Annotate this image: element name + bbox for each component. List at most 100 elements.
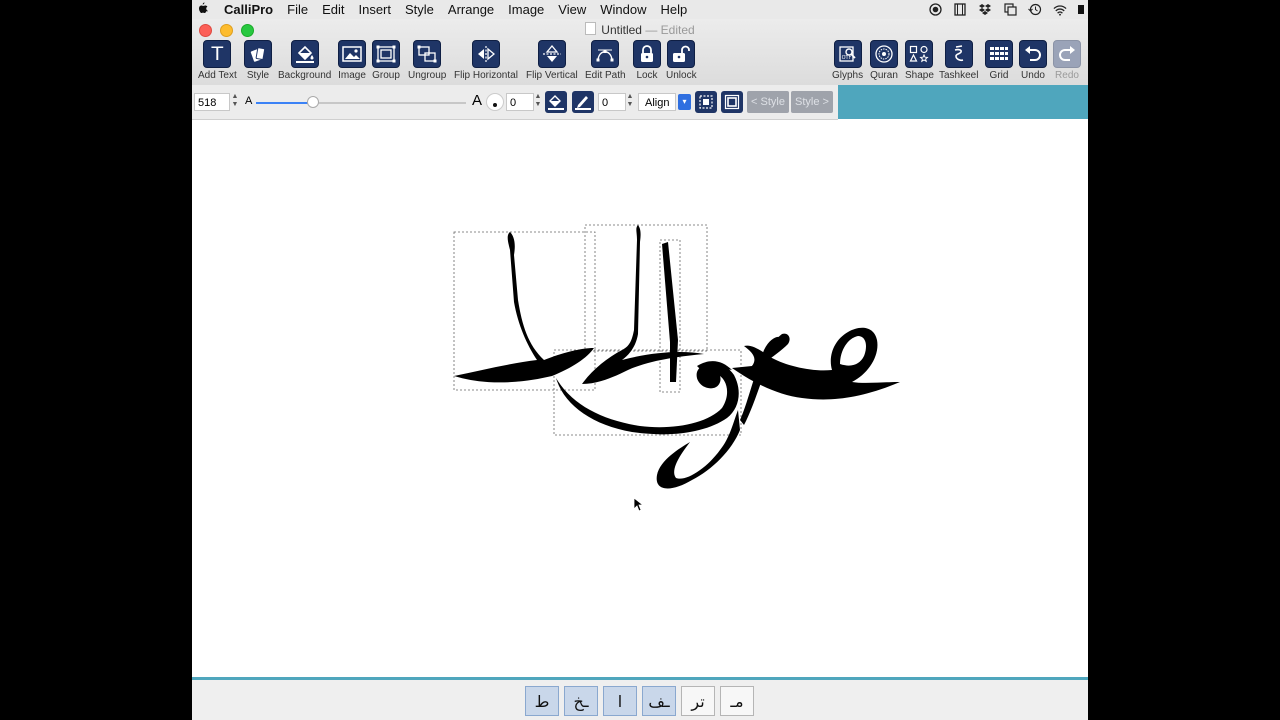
style-icon [244, 40, 272, 68]
redo-icon [1053, 40, 1081, 68]
tashkeel-label: Tashkeel [939, 70, 979, 81]
menu-window[interactable]: Window [600, 2, 646, 17]
ungroup-tool[interactable]: Ungroup [408, 40, 446, 81]
slider-fill [256, 102, 313, 104]
glyph-tile-taa[interactable]: ط [525, 686, 559, 716]
style-tool[interactable]: Style [244, 40, 272, 81]
shape-icon [905, 40, 934, 68]
glyph-tile-alif[interactable]: ا [603, 686, 637, 716]
menu-file[interactable]: File [287, 2, 308, 17]
text-icon: T [203, 40, 232, 68]
glyph-strip: ط ـخ ا ـف تر مـ [192, 680, 1088, 720]
quran-tool[interactable]: Quran [870, 40, 898, 81]
flip-vertical-label: Flip Vertical [526, 70, 578, 81]
glyph-tile-faa[interactable]: ـف [642, 686, 676, 716]
font-size-field[interactable]: 518 [194, 93, 230, 111]
menu-help[interactable]: Help [661, 2, 688, 17]
window-toolbar: Untitled — Edited T Add Text Style Backg… [192, 19, 1088, 85]
record-icon[interactable] [928, 3, 942, 16]
film-icon[interactable] [953, 3, 967, 16]
calligraphy-artwork[interactable] [192, 120, 1088, 678]
font-size-slider[interactable] [256, 96, 466, 108]
undo-label: Undo [1021, 70, 1045, 81]
align-select[interactable]: Align [638, 93, 677, 111]
image-tool[interactable]: Image [338, 40, 366, 81]
glyph-tile-khaa[interactable]: ـخ [564, 686, 598, 716]
app-screen: CalliPro File Edit Insert Style Arrange … [192, 0, 1088, 720]
unlock-tool[interactable]: Unlock [666, 40, 697, 81]
fill-color-button[interactable] [545, 91, 567, 113]
unlock-label: Unlock [666, 70, 697, 81]
background-tool[interactable]: Background [278, 40, 331, 81]
tashkeel-tool[interactable]: Tashkeel [939, 40, 978, 81]
add-text-label: Add Text [198, 70, 237, 81]
small-a-label: A [245, 95, 253, 107]
outline-stepper[interactable]: ▲ ▼ [626, 93, 634, 111]
group-label: Group [372, 70, 400, 81]
tashkeel-icon [944, 40, 973, 68]
stroke-field[interactable]: 0 [506, 93, 534, 111]
stroke-stepper[interactable]: ▲ ▼ [534, 93, 542, 111]
slider-knob[interactable] [306, 96, 319, 108]
apple-icon[interactable] [194, 2, 210, 18]
outline-field[interactable]: 0 [598, 93, 626, 111]
redo-tool[interactable]: Redo [1053, 40, 1081, 81]
copy-icon[interactable] [1003, 3, 1017, 16]
group-tool[interactable]: Group [372, 40, 400, 81]
frame-button[interactable] [721, 91, 743, 113]
menu-image[interactable]: Image [508, 2, 544, 17]
dropbox-icon[interactable] [978, 3, 992, 16]
title-edited: — Edited [645, 23, 695, 37]
menu-insert[interactable]: Insert [358, 2, 391, 17]
shape-tool[interactable]: Shape [905, 40, 934, 81]
svg-text:OTF: OTF [841, 55, 851, 61]
glyph-tile-meem[interactable]: مـ [720, 686, 754, 716]
edit-path-label: Edit Path [585, 70, 626, 81]
selection-boxes [453, 224, 742, 436]
lock-label: Lock [636, 70, 658, 81]
ungroup-label: Ungroup [408, 70, 447, 81]
edit-path-tool[interactable]: Edit Path [585, 40, 626, 81]
wifi-icon[interactable] [1053, 3, 1067, 16]
calligraphy-canvas[interactable] [192, 120, 1088, 678]
glyphs-tool[interactable]: OTF Glyphs [832, 40, 863, 81]
time-machine-icon[interactable] [1028, 3, 1042, 16]
letter-faa [556, 363, 739, 435]
lock-tool[interactable]: Lock [633, 40, 661, 81]
edit-path-icon [591, 40, 620, 68]
font-size-stepper[interactable]: ▲ ▼ [231, 93, 239, 111]
battery-icon[interactable] [1078, 3, 1084, 16]
menu-arrange[interactable]: Arrange [448, 2, 494, 17]
previous-style-button[interactable]: < Style [747, 91, 789, 113]
window-title: Untitled — Edited [192, 22, 1088, 37]
undo-tool[interactable]: Undo [1019, 40, 1047, 81]
lock-icon [633, 40, 661, 68]
menu-style[interactable]: Style [405, 2, 434, 17]
letter-taa [454, 232, 594, 383]
format-bar: 518 ▲ ▼ A A 0 ▲ ▼ 0 ▲ ▼ Align ▾ < Style Sty… [192, 85, 1088, 120]
glyphs-label: Glyphs [832, 70, 864, 81]
outline-color-button[interactable] [572, 91, 594, 113]
app-menu[interactable]: CalliPro [224, 2, 273, 17]
flip-horizontal-tool[interactable]: Flip Horizontal [454, 40, 518, 81]
next-style-button[interactable]: Style > [791, 91, 833, 113]
glyph-tile-tar[interactable]: تر [681, 686, 715, 716]
grid-label: Grid [989, 70, 1009, 81]
format-controls: 518 ▲ ▼ A A 0 ▲ ▼ 0 ▲ ▼ Align ▾ < Style Sty… [192, 85, 838, 120]
add-text-tool[interactable]: T Add Text [198, 40, 237, 81]
select-bounds-button[interactable] [695, 91, 717, 113]
dot-icon [493, 103, 497, 107]
stroke-weight-button[interactable] [486, 93, 504, 111]
grid-tool[interactable]: Grid [985, 40, 1013, 81]
menu-edit[interactable]: Edit [322, 2, 344, 17]
flip-vertical-tool[interactable]: Flip Vertical [526, 40, 578, 81]
unlock-icon [667, 40, 696, 68]
quran-label: Quran [870, 70, 898, 81]
large-a-label: A [472, 92, 483, 109]
background-label: Background [278, 70, 332, 81]
status-icons [928, 0, 1088, 19]
menu-view[interactable]: View [558, 2, 586, 17]
chevron-down-icon[interactable]: ▾ [678, 94, 691, 110]
group-icon [372, 40, 400, 68]
quran-icon [870, 40, 898, 68]
